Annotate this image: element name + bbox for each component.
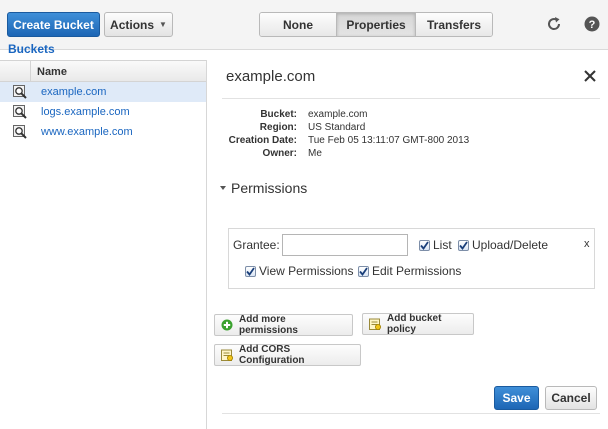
tab-transfers[interactable]: Transfers (416, 13, 492, 36)
bucket-magnifier-icon (13, 125, 27, 139)
grantee-input[interactable] (282, 234, 408, 256)
bucket-row[interactable]: logs.example.com (0, 102, 206, 122)
edit-permissions-checkbox[interactable]: Edit Permissions (358, 264, 461, 278)
chevron-down-icon: ▼ (159, 20, 167, 29)
property-value: Tue Feb 05 13:11:07 GMT-800 2013 (308, 135, 470, 146)
property-row-region: Region: US Standard (208, 122, 608, 135)
refresh-icon[interactable] (545, 15, 563, 33)
properties-pane: example.com Bucket: example.com Region: … (208, 50, 608, 429)
checkbox-label: Edit Permissions (372, 264, 462, 278)
checkbox-checked-icon (419, 239, 430, 251)
disclosure-triangle-icon (220, 186, 226, 190)
divider (222, 413, 600, 414)
help-icon[interactable]: ? (583, 15, 601, 33)
property-label: Region: (259, 122, 297, 133)
property-label: Bucket: (260, 109, 297, 120)
svg-text:?: ? (589, 19, 596, 31)
actions-dropdown-button[interactable]: Actions ▼ (104, 12, 173, 37)
save-button[interactable]: Save (494, 386, 539, 410)
bucket-magnifier-icon (13, 105, 27, 119)
checkbox-checked-icon (358, 265, 369, 277)
view-permissions-checkbox[interactable]: View Permissions (245, 264, 353, 278)
properties-title: example.com (226, 68, 316, 85)
checkbox-checked-icon (458, 239, 469, 251)
property-label: Owner: (262, 148, 297, 159)
view-tabs: None Properties Transfers (259, 12, 493, 37)
property-value: example.com (308, 109, 368, 120)
buckets-breadcrumb[interactable]: Buckets (8, 42, 55, 56)
cancel-button[interactable]: Cancel (545, 386, 597, 410)
bucket-properties: Bucket: example.com Region: US Standard … (208, 109, 608, 161)
bucket-list-header: Name (0, 60, 206, 82)
permissions-section-toggle[interactable]: Permissions (220, 180, 307, 196)
checkbox-label: View Permissions (259, 264, 354, 278)
bucket-row[interactable]: example.com (0, 82, 206, 102)
bucket-name: logs.example.com (41, 106, 130, 118)
property-row-owner: Owner: Me (208, 148, 608, 161)
tab-properties[interactable]: Properties (337, 13, 416, 36)
add-more-permissions-button[interactable]: Add more permissions (214, 314, 353, 336)
configuration-document-icon (221, 349, 233, 361)
property-row-bucket: Bucket: example.com (208, 109, 608, 122)
remove-grantee-button[interactable]: x (584, 238, 590, 250)
button-label: Add more permissions (239, 314, 298, 336)
button-label: Add CORS Configuration (239, 344, 305, 366)
add-circle-icon (221, 319, 233, 331)
property-value: US Standard (308, 122, 366, 133)
property-value: Me (308, 148, 322, 159)
bucket-list-pane: Name example.com logs.example.com www.ex… (0, 60, 207, 429)
grantee-label: Grantee: (233, 238, 280, 252)
bucket-magnifier-icon (13, 85, 27, 99)
property-label: Creation Date: (228, 135, 297, 146)
column-divider (30, 61, 31, 81)
name-column-header[interactable]: Name (37, 66, 67, 78)
bucket-row[interactable]: www.example.com (0, 122, 206, 142)
property-row-creation-date: Creation Date: Tue Feb 05 13:11:07 GMT-8… (208, 135, 608, 148)
actions-label: Actions (110, 17, 155, 32)
permissions-title: Permissions (231, 180, 308, 196)
add-cors-configuration-button[interactable]: Add CORS Configuration (214, 344, 361, 366)
top-toolbar: Create Bucket Actions ▼ None Properties … (0, 0, 608, 56)
list-checkbox[interactable]: List (419, 238, 452, 252)
divider (222, 98, 600, 99)
bucket-name: example.com (41, 86, 107, 98)
grantee-permission-row: Grantee: List Upload/Delete View Permiss… (228, 228, 595, 289)
bucket-name: www.example.com (41, 126, 133, 138)
upload-delete-checkbox[interactable]: Upload/Delete (458, 238, 548, 252)
checkbox-checked-icon (245, 265, 256, 277)
create-bucket-button[interactable]: Create Bucket (7, 12, 100, 37)
close-icon[interactable] (582, 68, 598, 84)
button-label: Add bucket policy (387, 313, 442, 335)
add-bucket-policy-button[interactable]: Add bucket policy (362, 313, 474, 335)
checkbox-label: Upload/Delete (472, 238, 549, 252)
policy-document-icon (369, 318, 381, 330)
tab-none[interactable]: None (260, 13, 337, 36)
checkbox-label: List (433, 238, 452, 252)
